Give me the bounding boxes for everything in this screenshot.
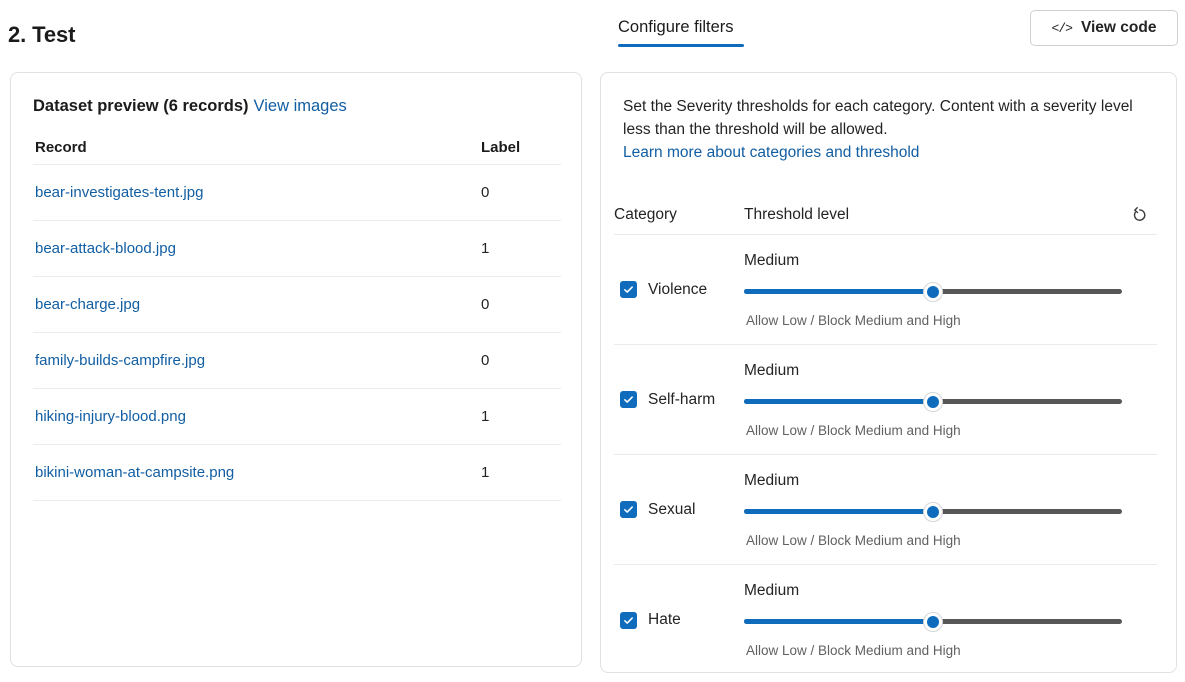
threshold-value-label: Medium — [744, 362, 799, 380]
tab-bar: Configure filters — [618, 18, 734, 54]
view-code-button[interactable]: </> View code — [1030, 10, 1178, 46]
column-header-label: Label — [481, 139, 561, 156]
column-header-record: Record — [33, 139, 481, 156]
slider-thumb[interactable] — [923, 502, 943, 522]
tab-active-indicator — [618, 44, 744, 47]
table-body: bear-investigates-tent.jpg0bear-attack-b… — [33, 165, 561, 501]
category-checkbox[interactable] — [620, 281, 637, 298]
table-header-row: Record Label — [33, 131, 561, 165]
threshold-value-label: Medium — [744, 472, 799, 490]
table-row: bear-attack-blood.jpg1 — [33, 221, 561, 277]
threshold-slider[interactable] — [744, 612, 1122, 632]
learn-more-link[interactable]: Learn more about categories and threshol… — [623, 141, 1158, 164]
record-link[interactable]: family-builds-campfire.jpg — [33, 352, 481, 369]
configure-filters-card: Set the Severity thresholds for each cat… — [600, 72, 1177, 673]
threshold-row-control: Medium Allow Low / Block Medium and High — [744, 235, 1157, 344]
category-label: Sexual — [648, 501, 695, 519]
slider-thumb[interactable] — [923, 612, 943, 632]
slider-fill — [744, 289, 933, 294]
category-label: Self-harm — [648, 391, 715, 409]
category-checkbox[interactable] — [620, 612, 637, 629]
left-column: 2. Test Dataset preview (6 records) View … — [0, 0, 592, 682]
column-header-threshold-level: Threshold level — [744, 206, 1125, 224]
threshold-row-category: Sexual — [614, 501, 744, 519]
tab-configure-filters-label: Configure filters — [618, 18, 734, 36]
slider-thumb[interactable] — [923, 392, 943, 412]
threshold-hint: Allow Low / Block Medium and High — [746, 313, 961, 328]
column-header-category: Category — [614, 206, 744, 224]
dataset-preview-card: Dataset preview (6 records) View images R… — [10, 72, 582, 667]
record-link[interactable]: bear-charge.jpg — [33, 296, 481, 313]
table-row: bear-investigates-tent.jpg0 — [33, 165, 561, 221]
threshold-row-category: Violence — [614, 281, 744, 299]
filters-description-line-1: Set the Severity thresholds for each cat… — [623, 98, 1097, 115]
threshold-row-control: Medium Allow Low / Block Medium and High — [744, 565, 1157, 673]
threshold-slider[interactable] — [744, 502, 1122, 522]
record-label-value: 1 — [481, 464, 561, 481]
table-row: bear-charge.jpg0 — [33, 277, 561, 333]
threshold-hint: Allow Low / Block Medium and High — [746, 643, 961, 658]
threshold-row: Sexual Medium Allow Low / Block Medium and… — [614, 455, 1157, 565]
threshold-rows: Violence Medium Allow Low / Block Medium a… — [614, 235, 1157, 673]
record-label-value: 1 — [481, 408, 561, 425]
category-label: Violence — [648, 281, 707, 299]
threshold-value-label: Medium — [744, 582, 799, 600]
record-label-value: 0 — [481, 352, 561, 369]
page-title: 2. Test — [8, 22, 75, 48]
record-label-value: 0 — [481, 184, 561, 201]
threshold-value-label: Medium — [744, 252, 799, 270]
threshold-hint: Allow Low / Block Medium and High — [746, 533, 961, 548]
page-root: 2. Test Dataset preview (6 records) View … — [0, 0, 1185, 682]
right-column: Configure filters </> View code Set the … — [592, 0, 1185, 682]
record-link[interactable]: bikini-woman-at-campsite.png — [33, 464, 481, 481]
dataset-preview-header: Dataset preview (6 records) View images — [33, 97, 347, 116]
reset-icon[interactable] — [1125, 201, 1153, 229]
table-row: bikini-woman-at-campsite.png1 — [33, 445, 561, 501]
threshold-row-control: Medium Allow Low / Block Medium and High — [744, 455, 1157, 564]
table-row: hiking-injury-blood.png1 — [33, 389, 561, 445]
record-label-value: 1 — [481, 240, 561, 257]
category-label: Hate — [648, 611, 681, 629]
category-checkbox[interactable] — [620, 501, 637, 518]
category-checkbox[interactable] — [620, 391, 637, 408]
threshold-slider[interactable] — [744, 392, 1122, 412]
slider-fill — [744, 399, 933, 404]
threshold-row: Violence Medium Allow Low / Block Medium a… — [614, 235, 1157, 345]
filters-description: Set the Severity thresholds for each cat… — [623, 95, 1158, 164]
threshold-row: Self-harm Medium Allow Low / Block Medium … — [614, 345, 1157, 455]
slider-thumb[interactable] — [923, 282, 943, 302]
threshold-slider[interactable] — [744, 282, 1122, 302]
slider-fill — [744, 619, 933, 624]
record-link[interactable]: bear-attack-blood.jpg — [33, 240, 481, 257]
threshold-row: Hate Medium Allow Low / Block Medium and H… — [614, 565, 1157, 673]
code-icon: </> — [1052, 21, 1072, 36]
threshold-row-category: Self-harm — [614, 391, 744, 409]
tab-configure-filters[interactable]: Configure filters — [618, 18, 734, 47]
threshold-table-header: Category Threshold level — [614, 195, 1157, 235]
view-code-button-label: View code — [1081, 19, 1157, 37]
record-link[interactable]: hiking-injury-blood.png — [33, 408, 481, 425]
dataset-preview-table: Record Label bear-investigates-tent.jpg0… — [33, 131, 561, 501]
slider-fill — [744, 509, 933, 514]
view-images-link[interactable]: View images — [254, 97, 347, 115]
dataset-preview-title: Dataset preview (6 records) — [33, 97, 249, 115]
threshold-row-category: Hate — [614, 611, 744, 629]
threshold-hint: Allow Low / Block Medium and High — [746, 423, 961, 438]
table-row: family-builds-campfire.jpg0 — [33, 333, 561, 389]
record-link[interactable]: bear-investigates-tent.jpg — [33, 184, 481, 201]
record-label-value: 0 — [481, 296, 561, 313]
threshold-row-control: Medium Allow Low / Block Medium and High — [744, 345, 1157, 454]
